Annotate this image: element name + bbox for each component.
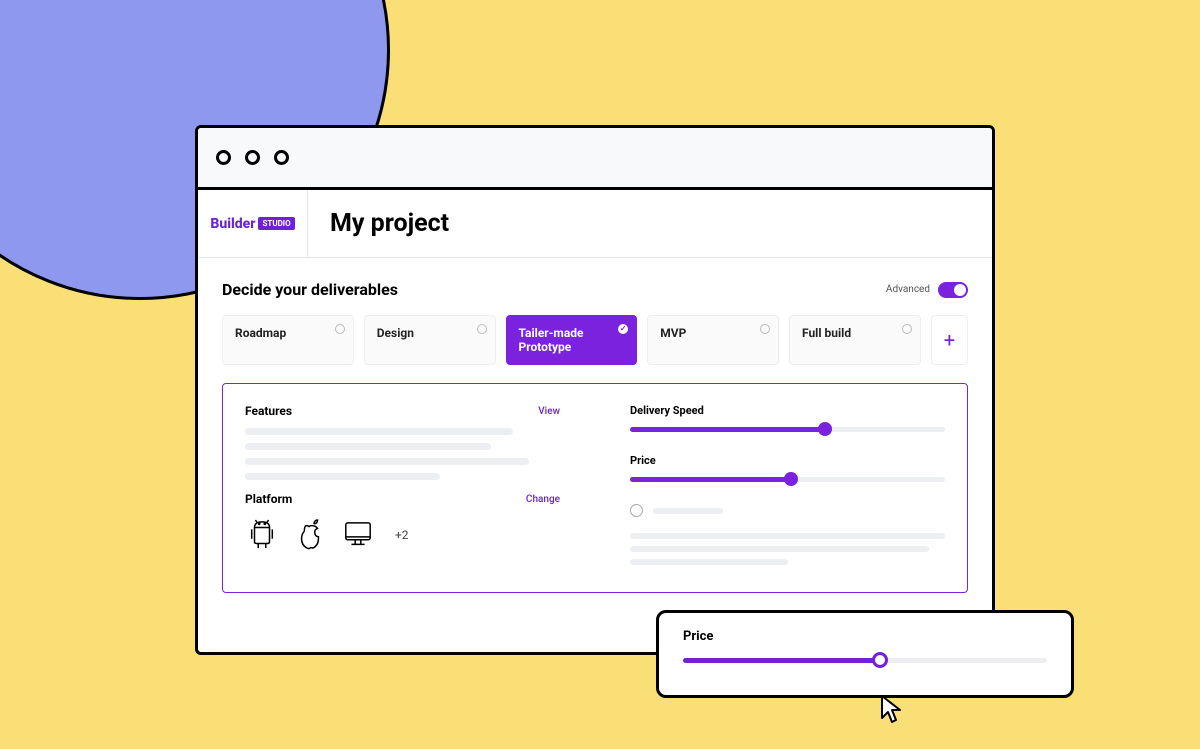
placeholder-line: [245, 443, 491, 450]
logo-text: Builder: [210, 216, 255, 232]
slider-thumb[interactable]: [818, 422, 832, 436]
price-slider[interactable]: [630, 477, 945, 482]
section-title: Decide your deliverables: [222, 280, 398, 299]
card-label: MVP: [660, 326, 686, 340]
platform-change-link[interactable]: Change: [526, 494, 560, 505]
config-panel: Features View Platform Change: [222, 383, 968, 593]
window-control-icon[interactable]: [216, 150, 231, 165]
card-label: Full build: [802, 326, 851, 340]
card-roadmap[interactable]: Roadmap: [222, 315, 354, 365]
deliverable-cards: Roadmap Design Tailer-made Prototype MVP…: [222, 315, 968, 365]
plus-icon: +: [944, 328, 955, 352]
main-content: Decide your deliverables Advanced Roadma…: [198, 258, 992, 615]
card-mvp[interactable]: MVP: [647, 315, 779, 365]
placeholder-line: [245, 428, 513, 435]
slider-thumb[interactable]: [784, 472, 798, 486]
panel-right-column: Delivery Speed Price: [630, 404, 945, 572]
panel-left-column: Features View Platform Change: [245, 404, 560, 572]
section-header: Decide your deliverables Advanced: [222, 280, 968, 299]
radio-icon: [630, 504, 643, 517]
slider-fill: [630, 477, 791, 482]
popout-price-slider[interactable]: [683, 658, 1047, 663]
advanced-toggle[interactable]: [938, 282, 968, 298]
card-design[interactable]: Design: [364, 315, 496, 365]
more-platforms-badge[interactable]: +2: [389, 528, 409, 542]
placeholder-line: [630, 533, 945, 539]
logo: Builder STUDIO: [198, 190, 308, 257]
add-card-button[interactable]: +: [931, 315, 968, 365]
features-label: Features: [245, 404, 292, 418]
price-popout: Price: [656, 610, 1074, 698]
price-label: Price: [630, 454, 945, 467]
placeholder-line: [653, 508, 723, 514]
page-title: My project: [308, 190, 471, 257]
apple-icon[interactable]: [293, 516, 327, 554]
app-header: Builder STUDIO My project: [198, 190, 992, 258]
browser-window: Builder STUDIO My project Decide your de…: [195, 125, 995, 655]
delivery-speed-label: Delivery Speed: [630, 404, 945, 417]
radio-icon: [902, 324, 912, 334]
window-titlebar: [198, 128, 992, 190]
slider-fill: [683, 658, 880, 663]
popout-price-label: Price: [683, 629, 1047, 644]
desktop-icon[interactable]: [341, 516, 375, 554]
card-full-build[interactable]: Full build: [789, 315, 921, 365]
slider-thumb[interactable]: [872, 652, 888, 668]
radio-icon: [477, 324, 487, 334]
platform-icons: +2: [245, 516, 560, 554]
logo-tag: STUDIO: [258, 217, 294, 230]
card-label: Tailer-made Prototype: [519, 326, 584, 354]
check-icon: [618, 324, 628, 334]
slider-fill: [630, 427, 825, 432]
cursor-icon: [878, 694, 904, 730]
card-label: Roadmap: [235, 326, 286, 340]
window-control-icon[interactable]: [274, 150, 289, 165]
delivery-speed-slider[interactable]: [630, 427, 945, 432]
radio-icon: [760, 324, 770, 334]
option-row[interactable]: [630, 504, 945, 517]
card-label: Design: [377, 326, 414, 340]
window-control-icon[interactable]: [245, 150, 260, 165]
android-icon[interactable]: [245, 516, 279, 554]
placeholder-line: [245, 458, 529, 465]
platform-label: Platform: [245, 492, 292, 506]
features-view-link[interactable]: View: [538, 406, 560, 417]
placeholder-line: [630, 546, 929, 552]
radio-icon: [335, 324, 345, 334]
advanced-label: Advanced: [886, 284, 930, 295]
placeholder-line: [630, 559, 788, 565]
advanced-toggle-group: Advanced: [886, 282, 968, 298]
card-tailor-made-prototype[interactable]: Tailer-made Prototype: [506, 315, 638, 365]
placeholder-line: [245, 473, 440, 480]
